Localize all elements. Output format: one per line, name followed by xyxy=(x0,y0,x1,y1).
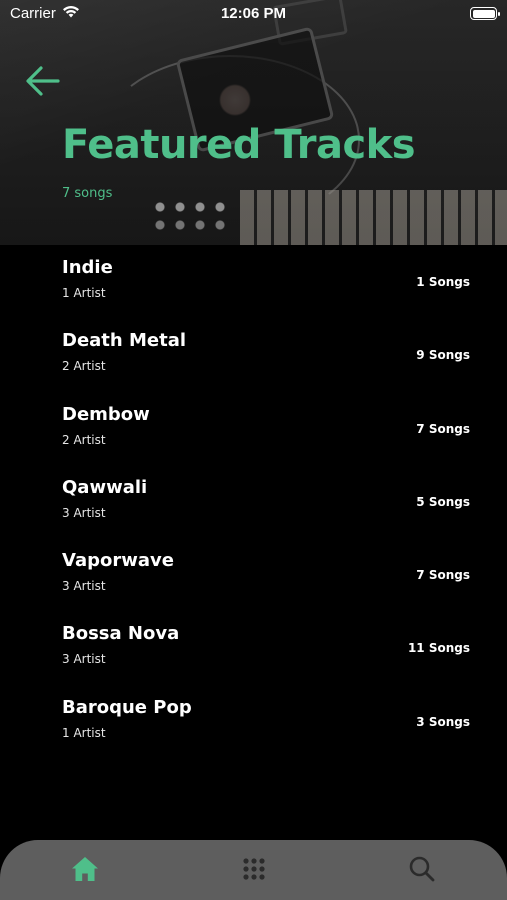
home-icon xyxy=(71,856,99,886)
songs-count: 3 Songs xyxy=(416,714,470,729)
arrow-left-icon xyxy=(24,65,60,101)
grid-icon xyxy=(242,857,266,885)
tab-search[interactable] xyxy=(402,854,442,888)
songs-count: 7 Songs xyxy=(416,568,470,583)
songs-count: 9 Songs xyxy=(416,348,470,363)
track-name: Qawwali xyxy=(62,476,148,498)
search-icon xyxy=(408,855,436,887)
list-item-vaporwave[interactable]: Vaporwave 3 Artist 7 Songs xyxy=(0,538,507,611)
songs-count: 7 Songs xyxy=(416,421,470,436)
songs-count: 1 Songs xyxy=(416,275,470,289)
list-item-qawwali[interactable]: Qawwali 3 Artist 5 Songs xyxy=(0,465,507,538)
status-time: 12:06 PM xyxy=(220,5,287,22)
list-item-baroque-pop[interactable]: Baroque Pop 1 Artist 3 Songs xyxy=(0,685,507,758)
status-bar: Carrier 12:06 PM xyxy=(0,0,507,28)
bottom-tab-bar xyxy=(0,840,507,900)
artist-count: 2 Artist xyxy=(62,359,106,374)
artist-count: 3 Artist xyxy=(62,505,106,520)
track-name: Indie xyxy=(62,257,113,278)
battery-icon xyxy=(470,7,500,20)
track-name: Death Metal xyxy=(62,330,187,352)
battery-level xyxy=(472,9,495,18)
artist-count: 3 Artist xyxy=(62,652,106,667)
songs-count: 5 Songs xyxy=(416,494,470,509)
songs-count: 11 Songs xyxy=(407,641,470,656)
list-item-bossa-nova[interactable]: Bossa Nova 3 Artist 11 Songs xyxy=(0,611,507,684)
track-name: Bossa Nova xyxy=(62,623,180,645)
track-name: Baroque Pop xyxy=(62,696,192,718)
artist-count: 2 Artist xyxy=(62,432,106,447)
page-title: Featured Tracks xyxy=(62,122,416,168)
artist-count: 3 Artist xyxy=(62,579,106,594)
song-count-label: 7 songs xyxy=(62,186,113,201)
artist-count: 1 Artist xyxy=(62,286,106,300)
list-item-death-metal[interactable]: Death Metal 2 Artist 9 Songs xyxy=(0,318,507,391)
tab-browse[interactable] xyxy=(234,854,274,888)
list-item-dembow[interactable]: Dembow 2 Artist 7 Songs xyxy=(0,392,507,465)
artist-count: 1 Artist xyxy=(62,725,106,740)
tab-home[interactable] xyxy=(65,854,105,888)
back-button[interactable] xyxy=(22,64,62,102)
track-name: Vaporwave xyxy=(62,550,174,572)
track-list: Indie 1 Artist 1 Songs Death Metal 2 Art… xyxy=(0,245,507,758)
list-item-indie[interactable]: Indie 1 Artist 1 Songs xyxy=(0,245,507,318)
track-name: Dembow xyxy=(62,403,150,425)
